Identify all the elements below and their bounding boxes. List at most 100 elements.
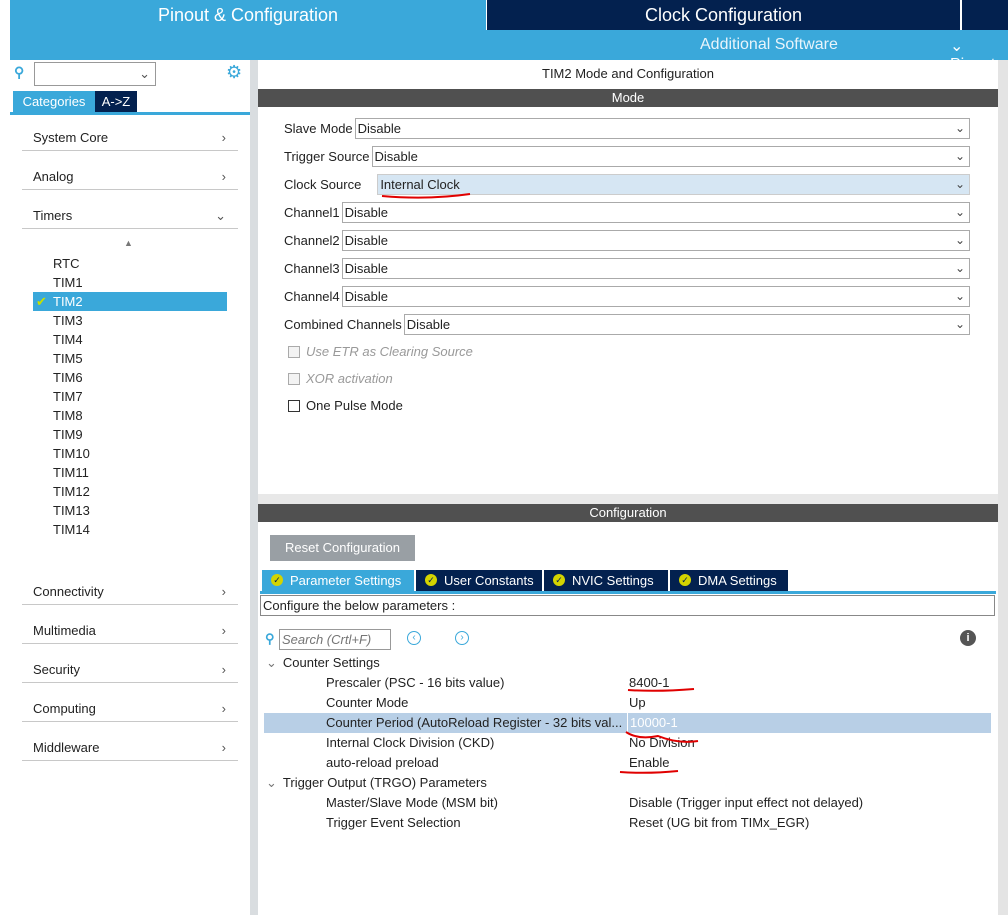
timer-item-tim1[interactable]: TIM1 — [33, 273, 227, 292]
param-key: Counter Period (AutoReload Register - 32… — [326, 715, 623, 730]
timer-item-tim7[interactable]: TIM7 — [33, 387, 227, 406]
param-row[interactable]: Master/Slave Mode (MSM bit) Disable (Trig… — [264, 793, 991, 813]
param-value[interactable]: Up — [629, 693, 646, 713]
combined-channels-select[interactable]: Disable ⌄ — [403, 314, 970, 335]
chevron-right-icon: › — [221, 584, 226, 599]
checkbox-one-pulse-mode[interactable]: One Pulse Mode — [288, 397, 403, 415]
param-value[interactable]: 8400-1 — [629, 673, 669, 693]
timer-item-rtc[interactable]: RTC — [33, 254, 227, 273]
category-system-core[interactable]: System Core › — [22, 125, 238, 151]
additional-software-menu[interactable]: Additional Software — [700, 36, 838, 54]
checkbox-icon — [288, 400, 300, 412]
previous-icon[interactable]: ‹ — [407, 631, 421, 645]
tab-user-constants[interactable]: ✓ User Constants — [416, 570, 542, 591]
gear-icon[interactable]: ⚙ — [226, 62, 242, 83]
mode-header: Mode — [258, 89, 998, 107]
timer-item-tim11[interactable]: TIM11 — [33, 463, 227, 482]
check-circle-icon: ✓ — [553, 574, 565, 586]
timer-item-tim9[interactable]: TIM9 — [33, 425, 227, 444]
scroll-edge[interactable] — [998, 60, 1008, 915]
group-trigger-output-trgo-parameters[interactable]: ⌄ Trigger Output (TRGO) Parameters — [266, 773, 487, 793]
section-divider — [258, 494, 998, 504]
param-key: Master/Slave Mode (MSM bit) — [326, 795, 498, 810]
param-value[interactable]: Disable (Trigger input effect not delaye… — [629, 793, 863, 813]
tab-parameter-settings[interactable]: ✓ Parameter Settings — [262, 570, 414, 591]
category-timers[interactable]: Timers ⌄ — [22, 203, 238, 229]
param-value[interactable]: No Division — [629, 733, 695, 753]
timer-item-tim10[interactable]: TIM10 — [33, 444, 227, 463]
search-icon[interactable]: ⚲ — [14, 64, 24, 81]
chevron-down-icon: ⌄ — [954, 261, 965, 275]
checkbox-use-etr-as-clearing-source[interactable]: Use ETR as Clearing Source — [288, 343, 473, 361]
tab-dma-settings[interactable]: ✓ DMA Settings — [670, 570, 788, 591]
param-value[interactable]: 10000-1 — [627, 713, 678, 733]
parameter-search-input[interactable] — [279, 629, 391, 650]
chevron-down-icon: ⌄ — [954, 233, 965, 247]
channel1-select[interactable]: Disable ⌄ — [341, 202, 970, 223]
param-row[interactable]: Counter Mode Up — [264, 693, 991, 713]
param-value[interactable]: Reset (UG bit from TIMx_EGR) — [629, 813, 809, 833]
param-key: Trigger Event Selection — [326, 815, 461, 830]
param-value[interactable]: Enable — [629, 753, 669, 773]
main-panel: TIM2 Mode and Configuration Mode Slave M… — [258, 60, 998, 915]
reset-configuration-button[interactable]: Reset Configuration — [270, 535, 415, 561]
timer-item-tim4[interactable]: TIM4 — [33, 330, 227, 349]
field-label: Channel3 — [284, 261, 340, 276]
channel2-select[interactable]: Disable ⌄ — [341, 230, 970, 251]
chevron-down-icon: ⌄ — [954, 289, 965, 303]
next-icon[interactable]: › — [455, 631, 469, 645]
mode-field-channel4: Channel4 Disable ⌄ — [284, 286, 970, 308]
param-row[interactable]: Trigger Event Selection Reset (UG bit fro… — [264, 813, 991, 833]
param-row[interactable]: Prescaler (PSC - 16 bits value) 8400-1 — [264, 673, 991, 693]
mode-field-channel2: Channel2 Disable ⌄ — [284, 230, 970, 252]
tab-categories[interactable]: Categories — [13, 91, 95, 112]
field-label: Trigger Source — [284, 149, 370, 164]
category-multimedia[interactable]: Multimedia › — [22, 618, 238, 644]
timer-item-tim8[interactable]: TIM8 — [33, 406, 227, 425]
category-security[interactable]: Security › — [22, 657, 238, 683]
slave-mode-select[interactable]: Disable ⌄ — [354, 118, 970, 139]
mode-field-clock-source: Clock Source Internal Clock ⌄ — [284, 174, 970, 196]
timer-item-tim6[interactable]: TIM6 — [33, 368, 227, 387]
info-icon[interactable]: i — [960, 630, 976, 646]
checkbox-icon — [288, 373, 300, 385]
configure-text: Configure the below parameters : — [260, 595, 995, 616]
mode-field-trigger-source: Trigger Source Disable ⌄ — [284, 146, 970, 168]
tab-clock-configuration[interactable]: Clock Configuration — [487, 0, 960, 30]
tab-pinout-configuration[interactable]: Pinout & Configuration — [10, 0, 486, 30]
tab-underline — [260, 591, 996, 594]
tab-nvic-settings[interactable]: ✓ NVIC Settings — [544, 570, 668, 591]
channel4-select[interactable]: Disable ⌄ — [341, 286, 970, 307]
sort-icon[interactable]: ▲ — [124, 238, 133, 248]
timer-item-tim13[interactable]: TIM13 — [33, 501, 227, 520]
param-row[interactable]: Counter Period (AutoReload Register - 32… — [264, 713, 991, 733]
check-circle-icon: ✓ — [271, 574, 283, 586]
mode-field-combined-channels: Combined Channels Disable ⌄ — [284, 314, 970, 336]
chevron-down-icon: ⌄ — [266, 655, 277, 670]
tab-more[interactable] — [962, 0, 1008, 30]
check-circle-icon: ✓ — [679, 574, 691, 586]
tab-a-z[interactable]: A->Z — [95, 91, 137, 112]
trigger-source-select[interactable]: Disable ⌄ — [371, 146, 970, 167]
category-middleware[interactable]: Middleware › — [22, 735, 238, 761]
sidebar-search-combo[interactable]: ⌄ — [34, 62, 156, 86]
category-connectivity[interactable]: Connectivity › — [22, 579, 238, 605]
param-row[interactable]: Internal Clock Division (CKD) No Division — [264, 733, 991, 753]
chevron-right-icon: › — [221, 740, 226, 755]
param-row[interactable]: auto-reload preload Enable — [264, 753, 991, 773]
panel-divider[interactable] — [250, 60, 258, 915]
channel3-select[interactable]: Disable ⌄ — [341, 258, 970, 279]
timer-item-tim14[interactable]: TIM14 — [33, 520, 227, 539]
checkbox-xor-activation[interactable]: XOR activation — [288, 370, 393, 388]
timer-item-tim5[interactable]: TIM5 — [33, 349, 227, 368]
check-circle-icon: ✓ — [425, 574, 437, 586]
category-analog[interactable]: Analog › — [22, 164, 238, 190]
field-label: Clock Source — [284, 177, 362, 192]
timer-item-tim2[interactable]: ✔ TIM2 — [33, 292, 227, 311]
category-computing[interactable]: Computing › — [22, 696, 238, 722]
param-key: auto-reload preload — [326, 755, 439, 770]
timer-item-tim3[interactable]: TIM3 — [33, 311, 227, 330]
clock-source-select[interactable]: Internal Clock ⌄ — [377, 174, 970, 195]
group-counter-settings[interactable]: ⌄ Counter Settings — [266, 653, 380, 673]
timer-item-tim12[interactable]: TIM12 — [33, 482, 227, 501]
